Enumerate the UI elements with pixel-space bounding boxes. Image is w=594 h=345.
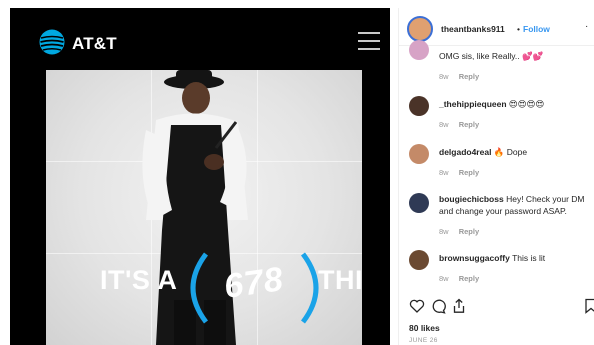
comment-meta: 8w Reply bbox=[439, 120, 479, 129]
likes-count[interactable]: 80 likes bbox=[409, 323, 440, 333]
att-brand-text: AT&T bbox=[72, 34, 117, 53]
hero-photo: IT'S A 678 THING bbox=[46, 70, 362, 345]
commenter-avatar[interactable] bbox=[409, 193, 429, 213]
att-globe-logo-icon bbox=[39, 29, 65, 55]
tagline-left-text: IT'S A bbox=[100, 265, 178, 295]
comment-text: delgado4real 🔥 Dope bbox=[439, 146, 594, 158]
comment-meta: 8w Reply bbox=[439, 274, 479, 283]
post-date: JUNE 26 bbox=[409, 337, 438, 344]
comment-body-line2: and change your password ASAP. bbox=[439, 206, 567, 216]
commenter-avatar[interactable] bbox=[409, 250, 429, 270]
reply-button[interactable]: Reply bbox=[459, 168, 479, 177]
reply-button[interactable]: Reply bbox=[459, 227, 479, 236]
comment-body: 😍😍😍😍 bbox=[508, 99, 545, 109]
comment-age: 8w bbox=[439, 274, 449, 283]
comment-age: 8w bbox=[439, 168, 449, 177]
save-bookmark-icon[interactable] bbox=[583, 298, 594, 314]
comments-panel: theantbanks911 • Follow · OMG sis, like … bbox=[398, 8, 594, 345]
comment-age: 8w bbox=[439, 227, 449, 236]
comment-meta: 8w Reply bbox=[439, 168, 479, 177]
comment-text: OMG sis, like Really.. 💕💕 bbox=[439, 50, 594, 62]
reply-button[interactable]: Reply bbox=[459, 120, 479, 129]
comment-meta: 8w Reply bbox=[439, 72, 479, 81]
poster-avatar[interactable] bbox=[407, 16, 433, 42]
post-media[interactable]: AT&T IT'S A 678 THI bbox=[10, 8, 390, 345]
tagline-right-text: THING bbox=[318, 265, 362, 295]
comment-username[interactable]: brownsuggacoffy bbox=[439, 253, 510, 263]
comment-text: brownsuggacoffy This is lit bbox=[439, 252, 594, 264]
header-separator: • bbox=[517, 24, 520, 34]
comment-meta: 8w Reply bbox=[439, 227, 479, 236]
comment-username[interactable]: bougiechicboss bbox=[439, 194, 504, 204]
more-options-icon[interactable]: · bbox=[585, 21, 588, 32]
share-icon[interactable] bbox=[451, 298, 467, 314]
heart-icon[interactable] bbox=[409, 298, 425, 314]
commenter-avatar[interactable] bbox=[409, 40, 429, 60]
comment-age: 8w bbox=[439, 72, 449, 81]
comment-age: 8w bbox=[439, 120, 449, 129]
comment-body: Hey! Check your DM bbox=[506, 194, 585, 204]
reply-button[interactable]: Reply bbox=[459, 274, 479, 283]
commenter-avatar[interactable] bbox=[409, 96, 429, 116]
post-actions-bar bbox=[399, 298, 594, 316]
att-site-header: AT&T bbox=[10, 8, 390, 70]
comment-body: 🔥 Dope bbox=[493, 147, 528, 157]
comment-text: bougiechicboss Hey! Check your DM and ch… bbox=[439, 193, 594, 217]
reply-button[interactable]: Reply bbox=[459, 72, 479, 81]
comment-username[interactable]: _thehippiequeen bbox=[439, 99, 507, 109]
comment-icon[interactable] bbox=[430, 298, 446, 314]
comment-body: This is lit bbox=[512, 253, 546, 263]
commenter-avatar[interactable] bbox=[409, 144, 429, 164]
comment-username[interactable]: delgado4real bbox=[439, 147, 491, 157]
post-header: theantbanks911 • Follow · bbox=[399, 8, 594, 46]
comment-text: _thehippiequeen 😍😍😍😍 bbox=[439, 98, 594, 110]
follow-button[interactable]: Follow bbox=[523, 24, 550, 34]
comment-body: OMG sis, like Really.. 💕💕 bbox=[439, 51, 544, 61]
poster-username[interactable]: theantbanks911 bbox=[441, 24, 505, 34]
hamburger-menu-icon[interactable] bbox=[358, 32, 380, 52]
